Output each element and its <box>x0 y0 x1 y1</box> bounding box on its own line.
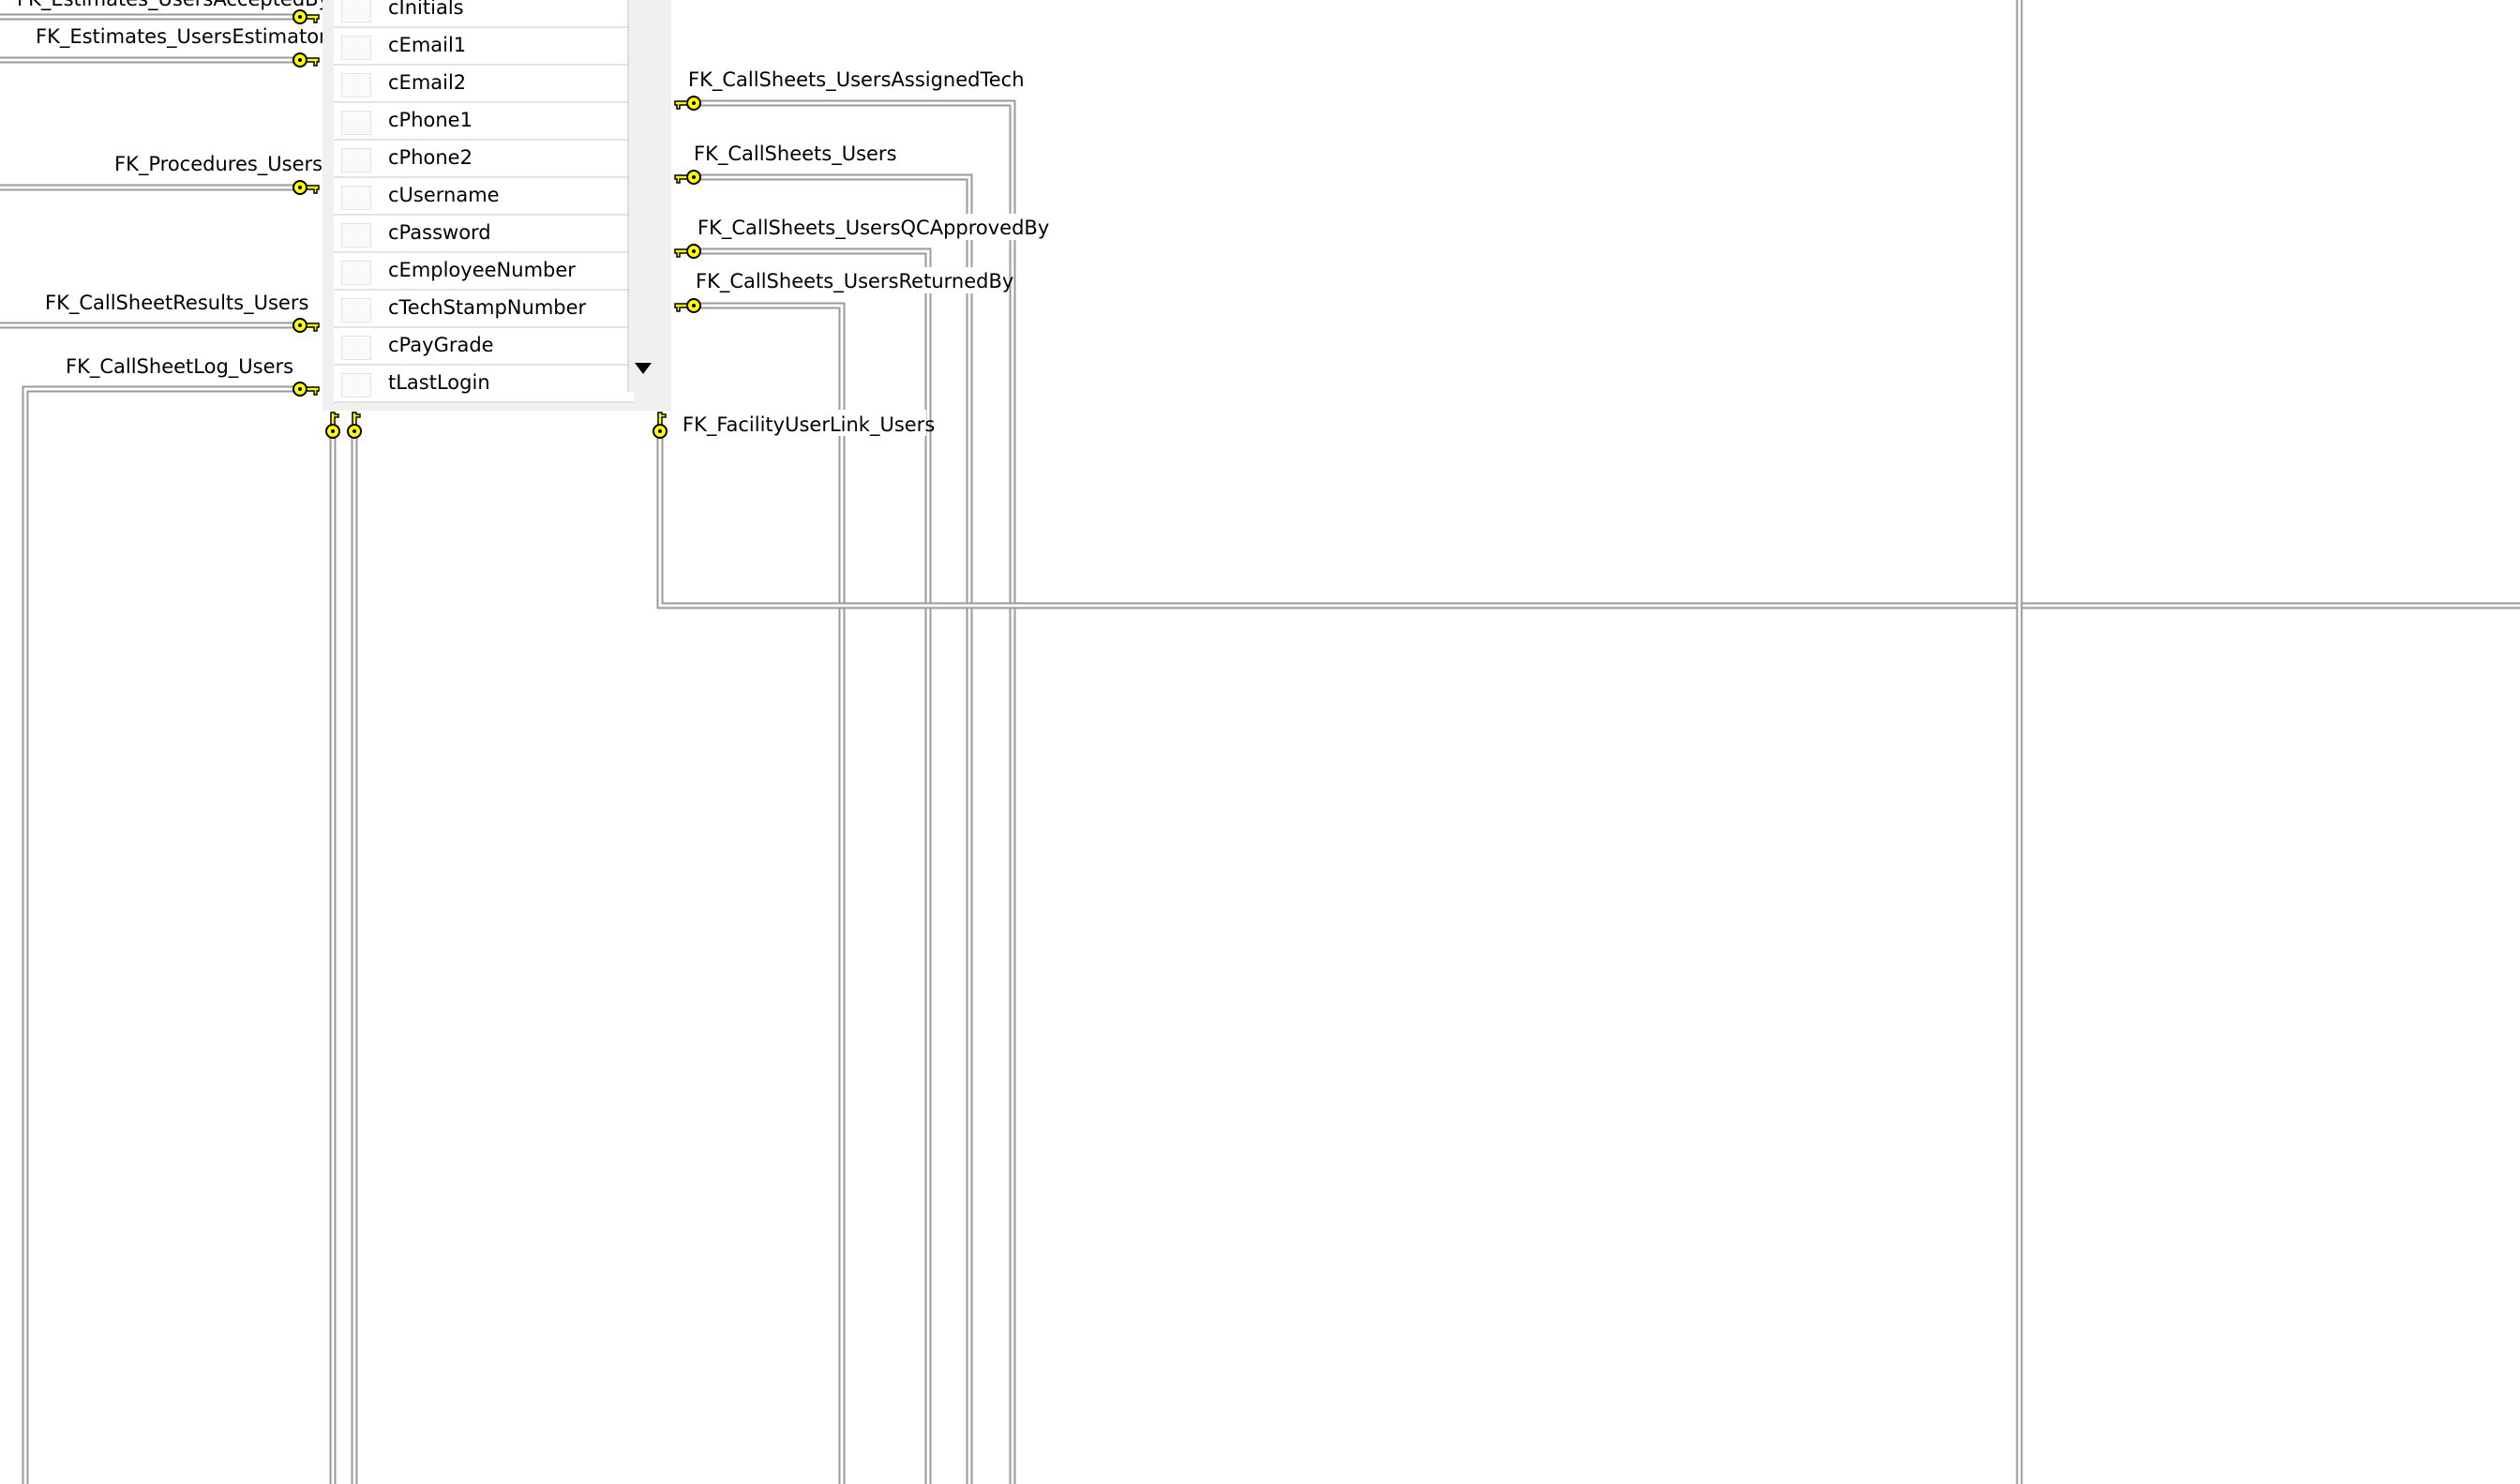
row-selector[interactable] <box>341 186 371 210</box>
key-icon <box>292 318 320 333</box>
row-selector[interactable] <box>341 0 371 22</box>
row-selector[interactable] <box>341 298 371 322</box>
column-name: cPassword <box>388 221 491 244</box>
rel-label-callsheets-returnedby[interactable]: FK_CallSheets_UsersReturnedBy <box>696 270 1013 293</box>
key-icon <box>292 9 320 24</box>
column-name: cPayGrade <box>388 334 494 356</box>
key-icon <box>652 412 668 439</box>
column-row[interactable]: cPhone1 <box>334 103 634 141</box>
column-row[interactable]: cPhone2 <box>334 141 634 178</box>
rel-label-callsheetlog-users[interactable]: FK_CallSheetLog_Users <box>66 355 293 379</box>
column-row[interactable]: cEmployeeNumber <box>334 253 634 291</box>
rel-label-callsheets-users[interactable]: FK_CallSheets_Users <box>694 142 897 166</box>
rel-label-facilityuserlink-users[interactable]: FK_FacilityUserLink_Users <box>682 413 935 437</box>
rel-label-estimates-acceptedby[interactable]: FK_Estimates_UsersAcceptedBy <box>17 0 330 11</box>
column-row[interactable]: tLastLogin <box>334 366 634 403</box>
column-row[interactable]: cEmail1 <box>334 28 634 66</box>
key-icon <box>674 244 701 259</box>
row-selector[interactable] <box>341 373 371 397</box>
column-name: cEmail2 <box>388 71 467 94</box>
column-name: cEmail1 <box>388 34 467 56</box>
key-icon <box>325 412 340 439</box>
row-selector[interactable] <box>341 223 371 247</box>
rel-label-estimates-estimator[interactable]: FK_Estimates_UsersEstimator <box>36 25 327 49</box>
column-row[interactable]: cEmail2 <box>334 66 634 103</box>
row-selector[interactable] <box>341 336 371 360</box>
vertical-scrollbar[interactable] <box>627 0 657 392</box>
column-name: cUsername <box>388 184 500 206</box>
column-row[interactable]: cPassword <box>334 216 634 253</box>
column-row[interactable]: cTechStampNumber <box>334 291 634 328</box>
key-icon <box>347 412 362 439</box>
rel-label-callsheets-assignedtech[interactable]: FK_CallSheets_UsersAssignedTech <box>688 68 1025 92</box>
rel-label-callsheetresults-users[interactable]: FK_CallSheetResults_Users <box>45 292 308 315</box>
column-row[interactable]: cUsername <box>334 178 634 216</box>
users-table[interactable]: cInitials cEmail1 cEmail2 cPhone1 cPhone… <box>322 0 671 411</box>
column-name: cPhone1 <box>388 109 472 131</box>
rel-label-callsheets-qcapprovedby[interactable]: FK_CallSheets_UsersQCApprovedBy <box>698 217 1049 240</box>
column-name: cEmployeeNumber <box>388 259 576 281</box>
row-selector[interactable] <box>341 36 371 60</box>
column-row[interactable]: cInitials <box>334 0 634 28</box>
key-icon <box>674 298 701 313</box>
column-row[interactable]: cPayGrade <box>334 328 634 366</box>
row-selector[interactable] <box>341 148 371 172</box>
row-selector[interactable] <box>341 261 371 285</box>
scroll-down-arrow-icon[interactable] <box>633 358 653 379</box>
row-selector[interactable] <box>341 111 371 135</box>
key-icon <box>292 382 320 397</box>
column-name: cPhone2 <box>388 146 472 169</box>
rel-label-procedures-users[interactable]: FK_Procedures_Users <box>114 153 322 176</box>
key-icon <box>674 96 701 111</box>
column-name: cInitials <box>388 0 464 19</box>
key-icon <box>674 170 701 185</box>
key-icon <box>292 180 320 195</box>
column-name: cTechStampNumber <box>388 296 587 319</box>
row-selector[interactable] <box>341 73 371 97</box>
key-icon <box>292 52 320 67</box>
column-name: tLastLogin <box>388 371 490 394</box>
